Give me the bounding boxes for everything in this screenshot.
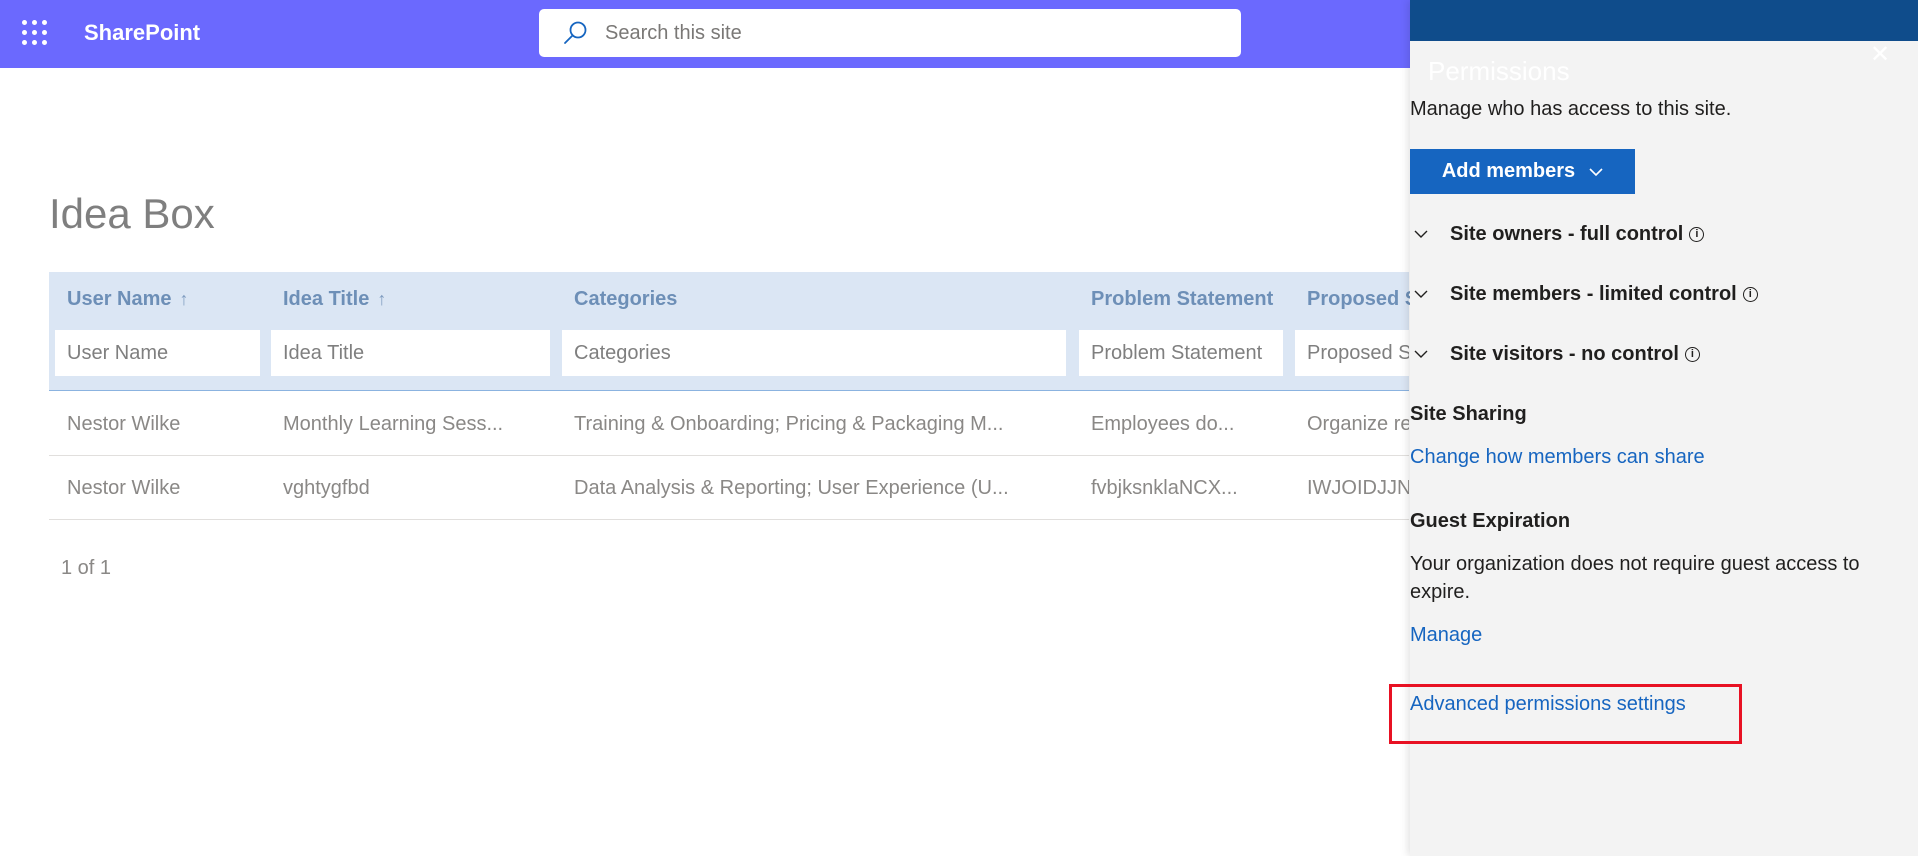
cell-problem-statement: fvbjksnklaNCX... — [1091, 477, 1238, 499]
permissions-panel: Permissions ✕ Manage who has access to t… — [1410, 0, 1918, 856]
change-sharing-link[interactable]: Change how members can share — [1410, 446, 1705, 469]
column-header-label: Idea Title — [283, 288, 370, 310]
panel-description: Manage who has access to this site. — [1410, 98, 1732, 120]
close-icon[interactable]: ✕ — [1870, 40, 1890, 69]
filter-idea-title[interactable] — [271, 330, 550, 376]
column-header-label: Problem Statement — [1091, 288, 1274, 310]
panel-title: Permissions — [1428, 56, 1570, 86]
filter-proposed-solution[interactable] — [1295, 330, 1409, 376]
page-title: Idea Box — [49, 190, 215, 237]
cell-proposed-solution: IWJOIDJJNC — [1307, 477, 1409, 499]
column-header-label: Proposed S — [1307, 288, 1419, 310]
group-label: Site visitors - no control — [1450, 342, 1679, 365]
column-header-label: Categories — [574, 288, 678, 310]
advanced-permissions-link[interactable]: Advanced permissions settings — [1410, 693, 1686, 716]
info-icon[interactable]: i — [1742, 286, 1758, 302]
filter-categories[interactable] — [562, 330, 1066, 376]
column-header-label: User Name — [67, 288, 172, 310]
site-search-box[interactable] — [539, 9, 1241, 57]
add-members-label: Add members — [1441, 160, 1576, 182]
app-launcher-icon[interactable] — [22, 20, 50, 48]
cell-categories: Training & Onboarding; Pricing & Packagi… — [574, 413, 1004, 435]
sort-ascending-icon: ↑ — [377, 289, 387, 309]
column-header-idea-title[interactable]: Idea Title ↑ — [283, 288, 386, 311]
cell-idea-title: vghtygfbd — [283, 477, 370, 499]
search-icon — [564, 21, 587, 44]
chevron-down-icon — [1589, 167, 1603, 176]
table-row[interactable]: Nestor Wilke vghtygfbd Data Analysis & R… — [49, 456, 1409, 520]
column-header-user-name[interactable]: User Name ↑ — [67, 288, 189, 311]
guest-expiration-heading: Guest Expiration — [1410, 510, 1571, 532]
chevron-down-icon — [1410, 349, 1450, 359]
cell-user-name: Nestor Wilke — [67, 413, 181, 435]
chevron-down-icon — [1410, 229, 1450, 239]
filter-problem-statement[interactable] — [1079, 330, 1283, 376]
group-site-owners[interactable]: Site owners - full control i — [1410, 219, 1705, 249]
panel-header-bar — [1410, 0, 1918, 41]
pagination-status: 1 of 1 — [61, 557, 112, 579]
cell-idea-title: Monthly Learning Sess... — [283, 413, 504, 435]
guest-expiration-text: Your organization does not require guest… — [1410, 553, 1860, 603]
column-header-proposed-solution[interactable]: Proposed S — [1307, 288, 1418, 311]
chevron-down-icon — [1410, 289, 1450, 299]
manage-link[interactable]: Manage — [1410, 624, 1482, 647]
site-sharing-heading: Site Sharing — [1410, 403, 1527, 425]
info-icon[interactable]: i — [1689, 226, 1705, 242]
sort-ascending-icon: ↑ — [179, 289, 189, 309]
column-header-problem-statement[interactable]: Problem Statement — [1091, 288, 1273, 311]
filter-user-name[interactable] — [55, 330, 260, 376]
cell-proposed-solution: Organize re — [1307, 413, 1409, 435]
group-label: Site owners - full control — [1450, 222, 1684, 245]
group-site-visitors[interactable]: Site visitors - no control i — [1410, 339, 1700, 369]
brand-name[interactable]: SharePoint — [84, 20, 200, 46]
search-input[interactable] — [605, 21, 1205, 45]
column-header-categories[interactable]: Categories — [574, 288, 677, 311]
list-header: User Name ↑ Idea Title ↑ Categories Prob… — [49, 272, 1418, 391]
info-icon[interactable]: i — [1684, 346, 1700, 362]
cell-user-name: Nestor Wilke — [67, 477, 181, 499]
group-label: Site members - limited control — [1450, 282, 1737, 305]
group-site-members[interactable]: Site members - limited control i — [1410, 279, 1758, 309]
cell-categories: Data Analysis & Reporting; User Experien… — [574, 477, 1009, 499]
table-row[interactable]: Nestor Wilke Monthly Learning Sess... Tr… — [49, 392, 1409, 456]
add-members-button[interactable]: Add members — [1410, 149, 1635, 194]
cell-problem-statement: Employees do... — [1091, 413, 1235, 435]
